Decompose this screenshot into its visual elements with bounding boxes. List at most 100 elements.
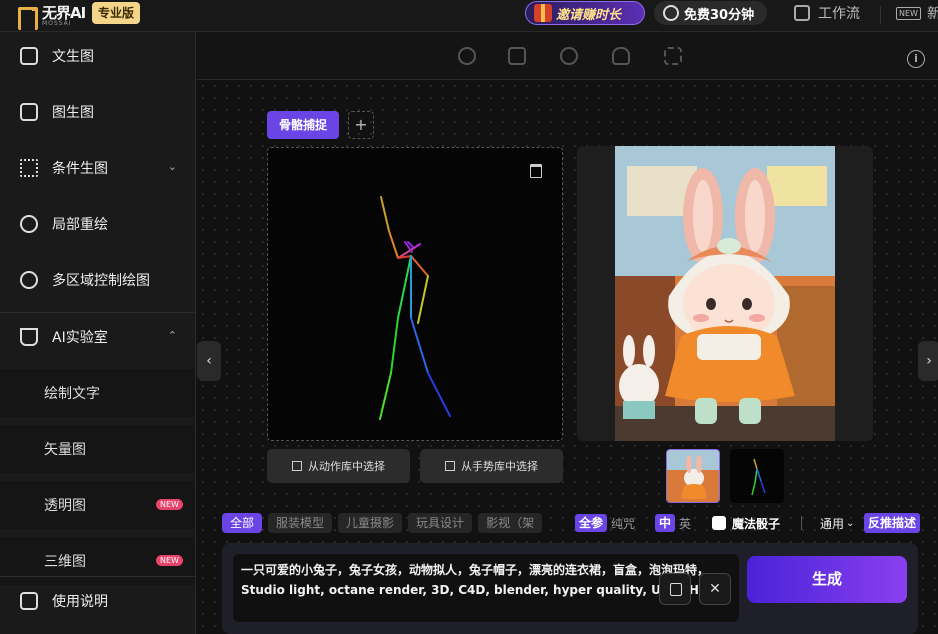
new-badge: NEW [156, 499, 183, 510]
pose-skeleton [379, 196, 451, 420]
expand-right-button[interactable]: › [918, 341, 938, 381]
partial-repaint-icon [20, 215, 38, 233]
magic-dice-button[interactable]: 魔法骰子 [712, 513, 780, 533]
thumbnail-result[interactable] [666, 449, 720, 503]
collapse-left-button[interactable]: ‹ [197, 341, 221, 381]
region-control-icon [20, 271, 38, 289]
lab-item-label: 透明图 [44, 498, 86, 514]
sidebar-item-ai-lab[interactable]: AI实验室 ⌃ [0, 313, 195, 361]
grid-icon [292, 461, 302, 471]
language-toggle[interactable]: 中 英 [655, 513, 691, 533]
thumbnail-pose-image [751, 458, 766, 496]
reverse-prompt-button[interactable]: 反推描述 [864, 513, 921, 533]
aperture-icon[interactable] [458, 47, 476, 65]
language-en-option[interactable]: 英 [679, 515, 691, 532]
action-library-button[interactable]: 从动作库中选择 [267, 449, 410, 483]
chip-film[interactable]: 影视（架 [478, 513, 543, 533]
sidebar-item-label: 使用说明 [52, 594, 108, 610]
new-label: 新 [926, 6, 938, 22]
chip-all[interactable]: 全部 [222, 513, 263, 533]
book-icon [20, 592, 38, 610]
canvas-toolbar: i [197, 32, 938, 80]
chevron-down-icon: ⌄ [846, 517, 855, 529]
timer-icon [663, 5, 679, 21]
invite-button[interactable]: 邀请赚时长 [525, 1, 645, 25]
sidebar-item-help[interactable]: 使用说明 [0, 577, 195, 625]
pro-badge[interactable]: 专业版 [92, 2, 141, 24]
result-image[interactable] [577, 146, 873, 441]
thumbnail-pose[interactable] [730, 449, 784, 503]
chevron-down-icon: ⌄ [167, 160, 177, 173]
workflow-label: 工作流 [818, 6, 860, 22]
general-label: 通用 [820, 516, 845, 531]
face-icon[interactable] [560, 47, 578, 65]
lab-item-label: 矢量图 [44, 442, 86, 458]
sidebar: 文生图 图生图 条件生图 ⌄ 局部重绘 多区域控制绘图 AI实验室 ⌃ 绘制文字… [0, 32, 196, 634]
gesture-library-button[interactable]: 从手势库中选择 [420, 449, 563, 483]
gift-icon [534, 4, 552, 22]
sidebar-item-region-control[interactable]: 多区域控制绘图 [0, 256, 195, 304]
hand-icon[interactable] [612, 47, 630, 65]
dice-icon [712, 516, 726, 530]
sidebar-item-text-to-image[interactable]: 文生图 [0, 32, 195, 80]
pose-canvas[interactable] [267, 147, 563, 441]
chip-kids-photo[interactable]: 儿童摄影 [338, 513, 403, 533]
image-icon [20, 47, 38, 65]
sidebar-item-conditional[interactable]: 条件生图 ⌄ [0, 144, 195, 192]
grid-icon [445, 461, 455, 471]
lab-item-transparent[interactable]: 透明图 NEW [0, 481, 195, 529]
quality-toggle[interactable]: 全参 纯咒 [575, 513, 635, 533]
invite-label: 邀请赚时长 [556, 7, 622, 23]
sidebar-item-label: AI实验室 [52, 330, 108, 346]
quality-pure-option[interactable]: 纯咒 [611, 515, 635, 532]
workflow-nav[interactable]: 工作流 [794, 3, 860, 23]
style-category-chips: 全部 服装模型 儿童摄影 玩具设计 影视（架 [222, 513, 543, 533]
bunny-girl-illustration [615, 146, 835, 441]
layout-icon[interactable] [508, 47, 526, 65]
lab-item-draw-text[interactable]: 绘制文字 [0, 369, 195, 417]
clear-button[interactable]: ✕ [699, 573, 731, 605]
sidebar-item-inpaint[interactable]: 局部重绘 [0, 200, 195, 248]
chip-clothing-model[interactable]: 服装模型 [268, 513, 333, 533]
quality-full-option[interactable]: 全参 [575, 514, 608, 532]
generate-button[interactable]: 生成 [747, 556, 907, 603]
language-zh-option[interactable]: 中 [655, 514, 676, 532]
gesture-library-label: 从手势库中选择 [461, 460, 538, 473]
new-nav[interactable]: NEW 新 [896, 3, 938, 23]
lab-item-label: 绘制文字 [44, 386, 100, 402]
copy-button[interactable] [659, 573, 691, 605]
logo-text: 无界AI [42, 3, 86, 22]
free-time-button[interactable]: 免费30分钟 [654, 1, 767, 25]
new-icon: NEW [896, 6, 921, 20]
header-divider [880, 6, 881, 24]
sidebar-item-label: 多区域控制绘图 [52, 273, 150, 289]
chip-toy-design[interactable]: 玩具设计 [408, 513, 473, 533]
fullscreen-icon[interactable] [664, 47, 682, 65]
lab-item-vector[interactable]: 矢量图 [0, 425, 195, 473]
top-bar: 无界AI MOSSAI 专业版 邀请赚时长 免费30分钟 工作流 NEW 新 [0, 0, 938, 32]
general-dropdown[interactable]: 通用 ⌄ [820, 513, 854, 533]
logo-subtext: MOSSAI [42, 19, 72, 27]
magic-dice-label: 魔法骰子 [732, 516, 781, 531]
tab-pose-capture[interactable]: 骨骼捕捉 [267, 111, 340, 139]
thumbnail-bunny-image [667, 450, 719, 502]
sidebar-item-label: 文生图 [52, 49, 94, 65]
sidebar-item-label: 条件生图 [52, 161, 108, 177]
flask-icon [20, 328, 38, 346]
info-icon[interactable]: i [907, 50, 925, 68]
new-badge: NEW [156, 555, 183, 566]
sidebar-item-label: 局部重绘 [52, 217, 108, 233]
workflow-icon [794, 5, 810, 21]
chevron-up-icon: ⌃ [167, 329, 177, 342]
sidebar-item-image-to-image[interactable]: 图生图 [0, 88, 195, 136]
nodes-icon [20, 159, 38, 177]
divider [801, 516, 802, 530]
sidebar-item-label: 图生图 [52, 105, 94, 121]
lab-item-label: 三维图 [44, 554, 86, 570]
add-tab-button[interactable]: + [348, 111, 374, 139]
free-time-label: 免费30分钟 [684, 7, 755, 23]
image-edit-icon [20, 103, 38, 121]
action-library-label: 从动作库中选择 [308, 460, 385, 473]
logo-mark-icon [14, 5, 40, 30]
logo[interactable]: 无界AI MOSSAI [14, 2, 86, 30]
